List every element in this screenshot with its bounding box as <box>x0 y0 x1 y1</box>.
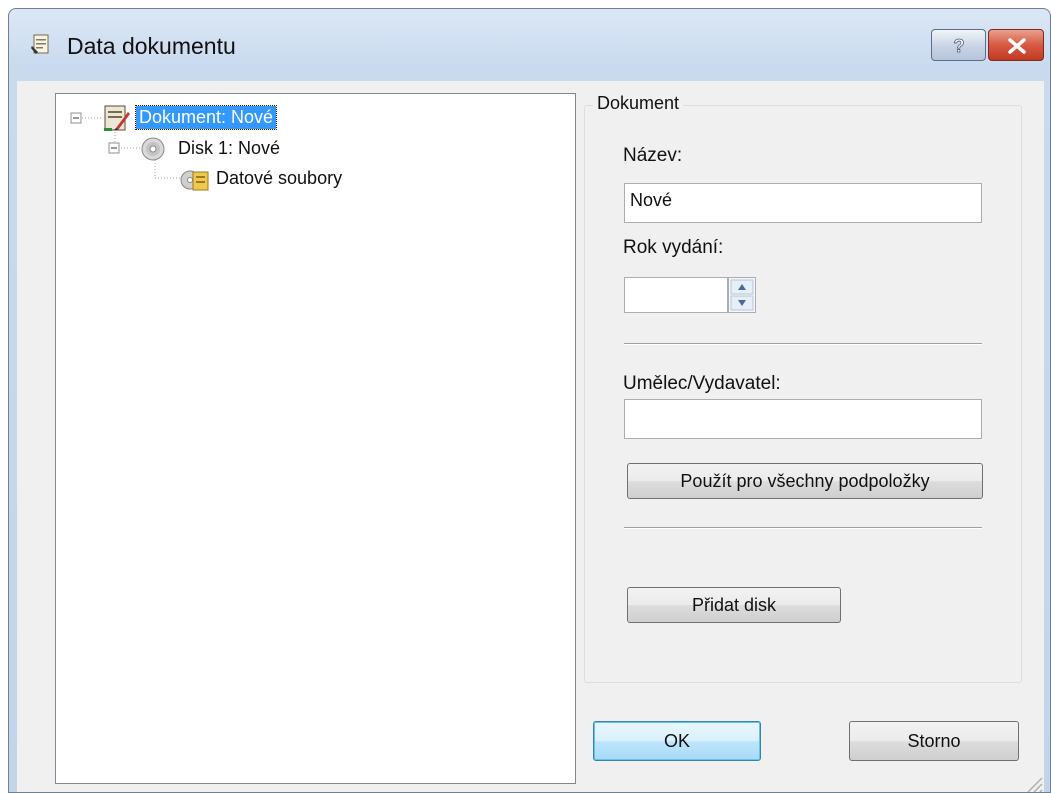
help-button[interactable]: ? <box>931 29 986 61</box>
group-title: Dokument <box>593 93 684 114</box>
collapse-icon[interactable] <box>108 142 120 154</box>
close-icon <box>1008 38 1026 54</box>
name-input[interactable]: Nové <box>624 183 982 223</box>
name-label: Název: <box>623 145 683 166</box>
year-input[interactable] <box>624 277 728 313</box>
svg-text:?: ? <box>954 36 965 56</box>
separator <box>624 527 982 529</box>
title-bar[interactable]: Data dokumentu ? <box>9 9 1050 81</box>
apply-all-button[interactable]: Použít pro všechny podpoložky <box>627 463 983 499</box>
disc-icon <box>140 136 166 167</box>
window-title: Data dokumentu <box>67 33 236 59</box>
collapse-icon[interactable] <box>70 112 82 124</box>
tree-item-document[interactable]: Dokument: Nové <box>134 105 278 130</box>
tree-lines <box>70 112 180 179</box>
tree-item-data-files[interactable]: Datové soubory <box>216 168 342 189</box>
document-tree[interactable]: Dokument: Nové Disk 1: Nové Datové soubo… <box>55 93 576 784</box>
question-icon: ? <box>953 36 965 57</box>
year-stepper[interactable] <box>728 277 756 313</box>
separator <box>624 343 982 345</box>
close-button[interactable] <box>988 29 1044 61</box>
data-files-icon <box>180 166 210 197</box>
cancel-button[interactable]: Storno <box>849 721 1019 761</box>
add-disc-button[interactable]: Přidat disk <box>627 587 841 623</box>
stepper-arrows-icon <box>730 279 754 311</box>
artist-input[interactable] <box>624 399 982 439</box>
tree-item-disc[interactable]: Disk 1: Nové <box>178 138 280 159</box>
ok-button[interactable]: OK <box>593 721 761 761</box>
resize-grip-icon[interactable] <box>1022 772 1044 793</box>
year-label: Rok vydání: <box>623 237 724 258</box>
dialog-window: Data dokumentu ? Dokument: Nové Disk 1: … <box>8 8 1051 793</box>
app-icon <box>31 33 51 55</box>
dialog-body: Dokument: Nové Disk 1: Nové Datové soubo… <box>17 81 1044 793</box>
artist-label: Umělec/Vydavatel: <box>623 373 781 394</box>
document-pen-icon <box>102 104 130 137</box>
